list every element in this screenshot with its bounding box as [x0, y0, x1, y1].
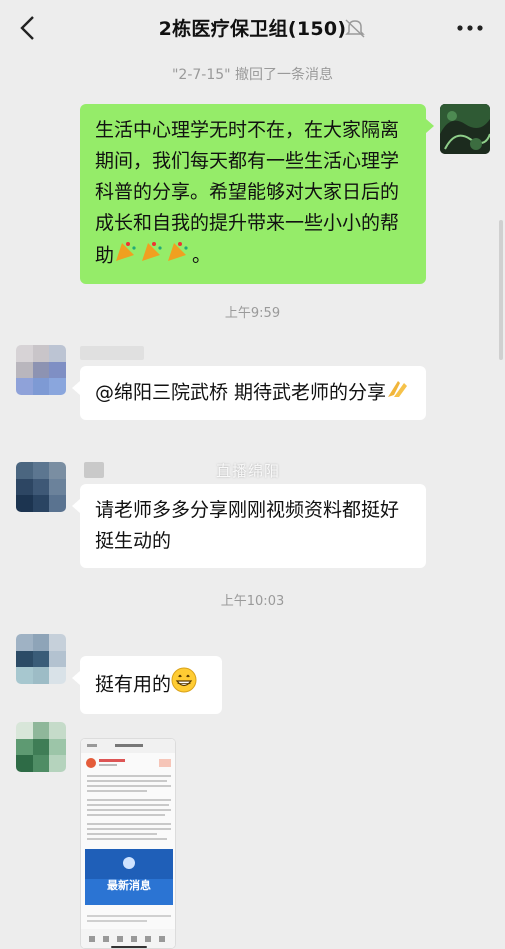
grinning-face-icon [171, 667, 197, 703]
scrollbar[interactable] [499, 220, 503, 360]
more-icon[interactable] [456, 24, 484, 32]
outgoing-message-tail: 。 [192, 244, 212, 267]
self-avatar-image [440, 104, 490, 154]
sender-avatar[interactable] [16, 722, 66, 772]
incoming-message[interactable]: @绵阳三院武桥 期待武老师的分享 [72, 366, 426, 420]
shared-screenshot-image: 最新消息 [81, 739, 175, 948]
sender-avatar[interactable] [16, 345, 66, 395]
timestamp: 上午9:59 [224, 306, 281, 321]
incoming-message[interactable]: 挺有用的 [72, 656, 222, 714]
incoming-message-text: 挺有用的 [95, 673, 172, 696]
incoming-message-text: @绵阳三院武桥 期待武老师的分享 [95, 381, 387, 404]
mute-bell-icon [345, 19, 365, 38]
sender-nickname [84, 462, 104, 478]
self-avatar[interactable] [440, 104, 490, 154]
sender-avatar[interactable] [16, 462, 66, 512]
watermark: 直播绵阳 [216, 462, 281, 480]
top-bar: 2栋医疗保卫组(150) [0, 0, 505, 56]
incoming-message-text: 请老师多多分享刚刚视频资料都挺好挺生动的 [95, 499, 400, 552]
chat-title: 2栋医疗保卫组(150) [158, 18, 347, 40]
shared-image-banner-text: 最新消息 [107, 878, 151, 892]
timestamp: 上午10:03 [220, 594, 285, 609]
sender-nickname [80, 346, 144, 360]
shared-image-message[interactable]: 最新消息 [80, 738, 176, 949]
incoming-message[interactable]: 请老师多多分享刚刚视频资料都挺好挺生动的 [72, 484, 426, 568]
outgoing-message[interactable]: 生活中心理学无时不在，在大家隔离期间，我们每天都有一些生活心理学科普的分享。希望… [80, 104, 434, 284]
sender-avatar[interactable] [16, 634, 66, 684]
praying-hands-icon [386, 377, 410, 409]
recall-notice: "2-7-15" 撤回了一条消息 [171, 67, 334, 83]
party-popper-icon [114, 239, 192, 273]
